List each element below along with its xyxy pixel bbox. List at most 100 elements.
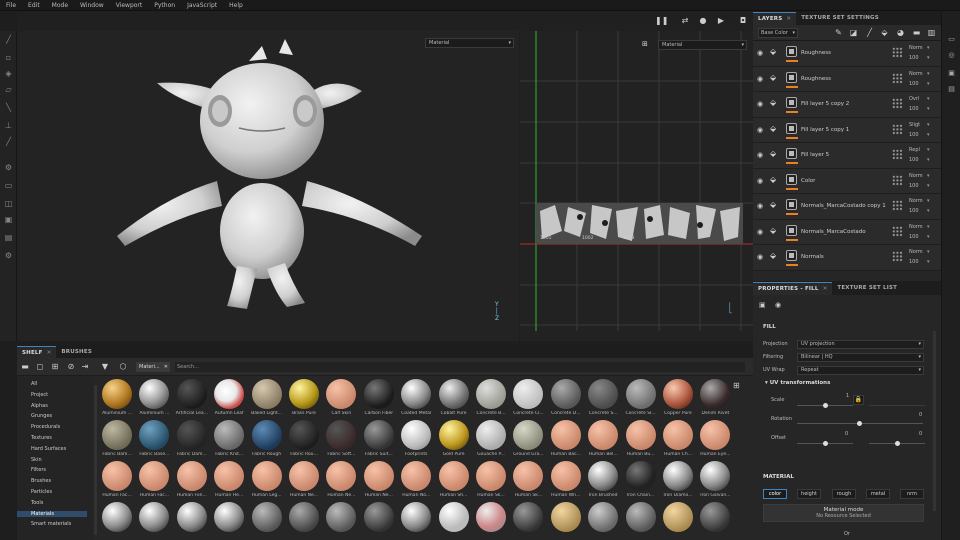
opacity-value[interactable]: 100 bbox=[909, 208, 919, 214]
history-icon[interactable]: ▭ bbox=[947, 35, 956, 44]
layer-row[interactable]: ◉ ⬙ Fill layer 5 Repl 100 ▾ ▾ bbox=[753, 143, 941, 169]
shader-settings-icon[interactable]: ▤ bbox=[947, 85, 956, 94]
log-icon[interactable]: ▣ bbox=[4, 215, 13, 224]
fill-icon[interactable]: ▣ bbox=[759, 301, 767, 310]
shelf-category-item[interactable]: Hard Surfaces bbox=[31, 446, 66, 452]
chevron-down-icon[interactable]: ▾ bbox=[927, 81, 930, 87]
layer-name[interactable]: Normals_MarcaCostado copy 1 bbox=[801, 203, 886, 209]
channel-toggle-rough[interactable]: rough bbox=[832, 489, 856, 499]
visibility-eye-icon[interactable]: ◉ bbox=[757, 100, 766, 108]
visibility-eye-icon[interactable]: ◉ bbox=[757, 126, 766, 134]
menu-file[interactable]: File bbox=[0, 2, 22, 9]
slider-knob[interactable] bbox=[823, 403, 828, 408]
video-icon[interactable]: ▶ bbox=[715, 15, 727, 26]
channel-grid-icon[interactable] bbox=[892, 98, 903, 109]
channel-grid-icon[interactable] bbox=[892, 225, 903, 237]
layer-name[interactable]: Roughness bbox=[801, 76, 831, 82]
shelf-material-item[interactable]: Concrete Sl... bbox=[624, 379, 658, 421]
shelf-category-item[interactable]: All bbox=[31, 381, 37, 387]
environment-icon[interactable]: ● bbox=[697, 15, 709, 26]
add-mask-icon[interactable]: ◪ bbox=[849, 28, 858, 37]
filtering-dropdown[interactable]: Bilinear | HQ ▾ bbox=[797, 353, 924, 362]
layer-name[interactable]: Normals bbox=[801, 254, 824, 260]
shelf-category-item[interactable]: Smart materials bbox=[31, 521, 71, 527]
lock-icon[interactable]: 🔒 bbox=[853, 395, 864, 405]
shelf-material-item[interactable]: Carbon Fiber bbox=[362, 379, 396, 421]
channel-grid-icon[interactable] bbox=[892, 47, 903, 58]
projection-icon[interactable]: ◈ bbox=[4, 69, 13, 78]
smudge-icon[interactable]: ╲ bbox=[4, 103, 13, 112]
layer-thumbnail[interactable] bbox=[786, 148, 797, 159]
shelf-material-item[interactable]: Human Ch... bbox=[661, 420, 695, 462]
shelf-material-item[interactable]: Iron Diamo... bbox=[661, 461, 695, 503]
shelf-material-item[interactable] bbox=[324, 502, 358, 540]
shelf-material-item[interactable] bbox=[287, 502, 321, 540]
shelf-material-item[interactable]: Human Sk... bbox=[474, 461, 508, 503]
shelf-material-item[interactable]: Human Bu... bbox=[624, 420, 658, 462]
shelf-material-item[interactable]: Coated Metal bbox=[399, 379, 433, 421]
shelf-material-item[interactable] bbox=[100, 502, 134, 540]
shelf-material-item[interactable]: Copper Pure bbox=[661, 379, 695, 421]
channel-toggle-metal[interactable]: metal bbox=[866, 489, 890, 499]
menu-javascript[interactable]: JavaScript bbox=[181, 2, 223, 9]
channel-grid-icon[interactable] bbox=[892, 72, 903, 84]
shelf-material-item[interactable]: Human Wri... bbox=[549, 461, 583, 503]
shelf-category-item[interactable]: Materials bbox=[17, 510, 87, 517]
shelf-material-item[interactable]: Aluminium ... bbox=[100, 379, 134, 421]
paint-layer-icon[interactable]: ╱ bbox=[865, 28, 874, 37]
blend-mode[interactable]: Norm bbox=[909, 173, 923, 179]
blend-mode[interactable]: Norm bbox=[909, 198, 923, 204]
rotation-value[interactable]: 0 bbox=[919, 412, 922, 418]
shelf-category-item[interactable]: Brushes bbox=[31, 478, 51, 484]
shelf-material-item[interactable] bbox=[474, 502, 508, 540]
close-icon[interactable]: ✕ bbox=[786, 16, 791, 22]
shelf-material-item[interactable]: Human Sh... bbox=[437, 461, 471, 503]
shelf-material-item[interactable]: Human Bel... bbox=[586, 420, 620, 462]
layer-row[interactable]: ◉ ⬙ Roughness Norm 100 ▾ ▾ bbox=[753, 41, 941, 67]
filter-icon[interactable]: ▼ bbox=[100, 362, 110, 372]
chevron-down-icon[interactable]: ▾ bbox=[927, 147, 930, 153]
shelf-material-item[interactable] bbox=[175, 502, 209, 540]
clone-icon[interactable]: ⊥ bbox=[4, 121, 13, 130]
camera-move-icon[interactable]: ⇄ bbox=[679, 15, 691, 26]
chevron-down-icon[interactable]: ▾ bbox=[927, 208, 930, 214]
shelf-material-item[interactable] bbox=[511, 502, 545, 540]
visibility-eye-icon[interactable]: ◉ bbox=[757, 75, 766, 83]
blend-mode[interactable]: Norm bbox=[909, 249, 923, 255]
blend-mode[interactable]: Norm bbox=[909, 71, 923, 77]
filter-chip[interactable]: Materi... ✕ bbox=[136, 362, 170, 372]
shelf-material-item[interactable]: Fabric Rough bbox=[250, 420, 284, 462]
shelf-material-item[interactable] bbox=[362, 502, 396, 540]
layer-row[interactable]: ◉ ⬙ Fill layer 5 copy 1 Sligt 100 ▾ ▾ bbox=[753, 117, 941, 143]
shelf-material-item[interactable]: Human He... bbox=[212, 461, 246, 503]
shelf-material-item[interactable]: Baked Light... bbox=[250, 379, 284, 421]
layer-row[interactable]: ◉ ⬙ Normals_MarcaCostado copy 1 Norm 100… bbox=[753, 194, 941, 220]
scale-value[interactable]: 1 bbox=[846, 393, 849, 399]
menu-edit[interactable]: Edit bbox=[22, 2, 46, 9]
shelf-material-item[interactable] bbox=[399, 502, 433, 540]
save-filter-icon[interactable]: ⬡ bbox=[118, 362, 128, 372]
chevron-down-icon[interactable]: ▾ bbox=[927, 106, 930, 112]
shelf-material-item[interactable]: Human Ne... bbox=[287, 461, 321, 503]
viewport-2d[interactable]: 1001 1002 1003 ⊞ Material ▾ │ └ bbox=[520, 31, 753, 341]
uv-transformations-header[interactable]: ▾ UV transformations bbox=[765, 380, 830, 386]
fill-layer-icon[interactable]: ⬙ bbox=[880, 28, 889, 37]
opacity-value[interactable]: 100 bbox=[909, 259, 919, 265]
grid-settings-icon[interactable]: ⊞ bbox=[642, 40, 652, 49]
layer-row[interactable]: ◉ ⬙ Color Norm 100 ▾ ▾ bbox=[753, 168, 941, 194]
channel-grid-icon[interactable] bbox=[892, 251, 903, 262]
shelf-category-item[interactable]: Filters bbox=[31, 467, 46, 473]
picker-icon[interactable]: ╱ bbox=[4, 137, 13, 146]
material-mode-box[interactable]: Material mode No Resource Selected bbox=[763, 504, 924, 522]
import-icon[interactable]: ⊞ bbox=[50, 362, 60, 372]
channel-dropdown[interactable]: Base Color ▾ bbox=[758, 28, 798, 38]
menu-viewport[interactable]: Viewport bbox=[110, 2, 149, 9]
shelf-material-item[interactable]: Gold Pure bbox=[437, 420, 471, 462]
delete-icon[interactable]: ▥ bbox=[927, 28, 936, 37]
shelf-material-item[interactable] bbox=[586, 502, 620, 540]
close-icon[interactable]: ✕ bbox=[47, 350, 52, 356]
chevron-down-icon[interactable]: ▾ bbox=[927, 173, 930, 179]
visibility-eye-icon[interactable]: ◉ bbox=[757, 253, 766, 261]
blend-mode[interactable]: Sligt bbox=[909, 122, 920, 128]
chevron-down-icon[interactable]: ▾ bbox=[927, 157, 930, 163]
